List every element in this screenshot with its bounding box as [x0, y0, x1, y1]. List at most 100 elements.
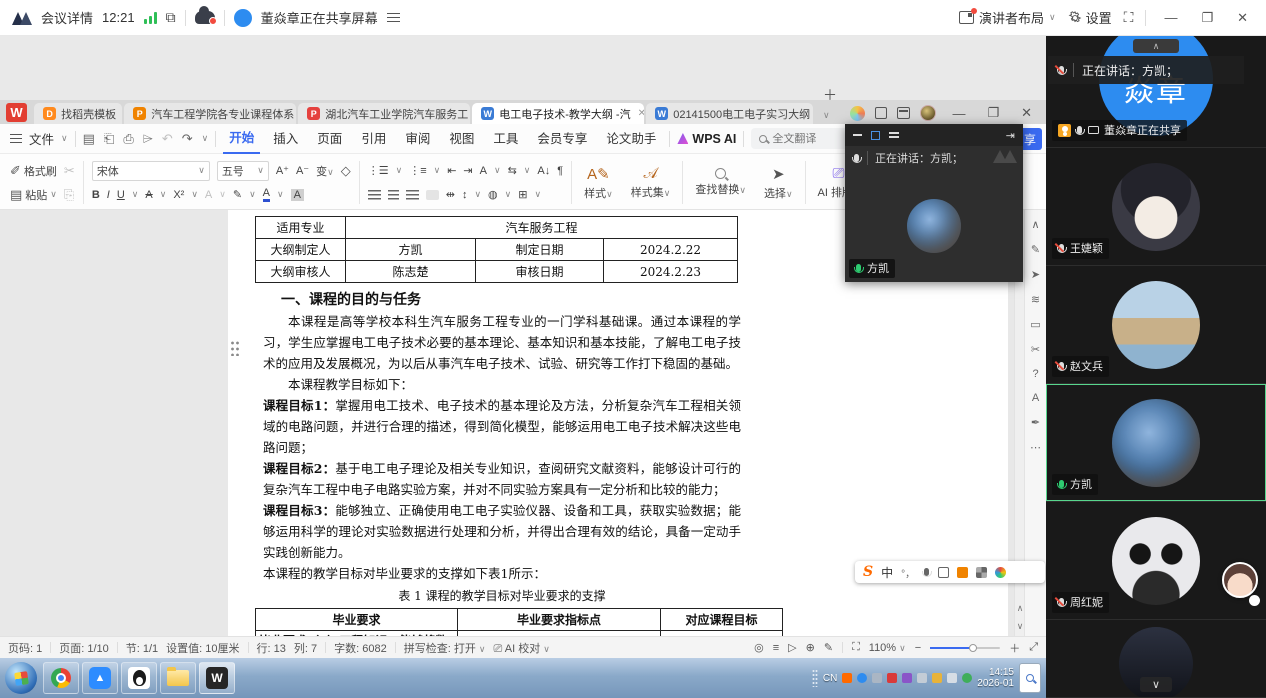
start-button[interactable]: [5, 662, 37, 694]
bullet-list-button[interactable]: ⋮☰: [368, 164, 389, 177]
doc-tab-ppt[interactable]: P汽车工程学院各专业课程体系: [124, 103, 296, 124]
decrease-font-icon[interactable]: A⁻: [296, 164, 309, 177]
wave-tool-icon[interactable]: ≋: [1031, 293, 1040, 306]
font-size-select[interactable]: 五号∨: [217, 161, 269, 181]
quick-access-more-icon[interactable]: ∨: [202, 133, 209, 144]
select-tool-icon[interactable]: ➤: [1031, 268, 1040, 281]
minimize-window-button[interactable]: —: [1158, 10, 1183, 25]
scroll-up-icon[interactable]: ∧: [1031, 218, 1039, 231]
select-button[interactable]: ➤选择∨: [758, 158, 799, 207]
grid-layout-icon[interactable]: [871, 131, 880, 140]
main-menu-icon[interactable]: [10, 131, 22, 146]
ai-proof-toggle[interactable]: ⎚ AI 校对 ∨: [494, 640, 550, 656]
border-icon[interactable]: ⊞: [518, 188, 527, 201]
course-info-table[interactable]: 适用专业 汽车服务工程 大纲制定人 方凯 制定日期 2024.2.22 大纲审核…: [255, 216, 738, 283]
zoom-slider-thumb[interactable]: [969, 644, 977, 652]
taskbar-meeting[interactable]: ▲: [82, 662, 118, 694]
more-tools-icon[interactable]: ⋯: [1030, 441, 1041, 454]
spellcheck-toggle[interactable]: 拼写检查: 打开 ∨: [404, 640, 486, 656]
style-set-button[interactable]: 𝒜样式集∨: [625, 158, 677, 207]
fullscreen-icon[interactable]: ⛶: [1124, 9, 1134, 26]
increase-font-icon[interactable]: A⁺: [276, 164, 289, 177]
read-mode-icon[interactable]: ▷: [788, 641, 796, 654]
graduation-requirements-table[interactable]: 毕业要求 毕业要求指标点 对应课程目标 毕业要求（1）工程知识：能够将数学、 1…: [255, 608, 783, 636]
tray-music-icon[interactable]: [902, 673, 912, 683]
participant-tile[interactable]: 赵文兵: [1046, 266, 1266, 384]
text-effect-button[interactable]: A: [205, 189, 212, 201]
sogou-input-bar[interactable]: S 中 °，: [855, 561, 1045, 583]
align-center-icon[interactable]: [388, 190, 399, 200]
input-mode-chinese[interactable]: 中: [881, 564, 893, 581]
close-tab-icon[interactable]: ✕: [638, 108, 645, 119]
fit-page-icon[interactable]: ⛶: [852, 641, 860, 654]
wps-minimize-button[interactable]: —: [946, 106, 971, 121]
save-icon[interactable]: ▤: [83, 131, 95, 147]
justify-icon[interactable]: [426, 190, 439, 200]
tray-qq-icon[interactable]: [857, 673, 867, 683]
gift-icon[interactable]: [957, 567, 968, 578]
account-avatar[interactable]: [920, 105, 936, 121]
cloud-record-icon[interactable]: [195, 11, 215, 24]
search-input[interactable]: [772, 133, 852, 145]
floating-avatar-sticker[interactable]: [1222, 562, 1260, 606]
superscript-button[interactable]: X²: [173, 189, 184, 201]
tray-expand-grip[interactable]: [812, 669, 818, 687]
ribbon-tab-view[interactable]: 视图: [443, 125, 480, 153]
taskbar-chrome[interactable]: [43, 662, 79, 694]
cut-icon[interactable]: ✂: [64, 163, 75, 179]
list-layout-icon[interactable]: [889, 130, 899, 140]
settings-button[interactable]: 设置: [1068, 8, 1112, 27]
floating-video-window[interactable]: ⇥ 正在讲话：方凯； 方凯: [845, 124, 1023, 282]
doc-tab-active[interactable]: W电工电子技术-教学大纲 -汽✕: [472, 103, 644, 124]
sharing-menu-icon[interactable]: [387, 10, 400, 25]
number-list-button[interactable]: ⋮≡: [409, 164, 426, 177]
voice-input-icon[interactable]: [924, 568, 929, 576]
file-menu[interactable]: 文件: [29, 129, 54, 148]
zoom-in-button[interactable]: ＋: [1009, 640, 1020, 656]
tray-security-icon[interactable]: [962, 673, 972, 683]
shading-icon[interactable]: ◍: [488, 188, 498, 201]
sort-icon[interactable]: A↓: [537, 165, 550, 177]
tray-update-icon[interactable]: [872, 673, 882, 683]
participant-tile-speaking[interactable]: 方凯: [1046, 384, 1266, 502]
find-replace-button[interactable]: 查找替换∨: [689, 158, 752, 207]
next-page-button[interactable]: ∨: [1015, 621, 1025, 632]
line-spacing-icon[interactable]: ↕: [462, 189, 468, 201]
tray-volume-icon[interactable]: [947, 673, 957, 683]
taskbar-explorer[interactable]: [160, 662, 196, 694]
italic-button[interactable]: I: [107, 189, 110, 201]
show-marks-icon[interactable]: ¶: [557, 165, 563, 177]
tray-warning-icon[interactable]: [932, 673, 942, 683]
format-painter-button[interactable]: ✐格式刷: [10, 163, 57, 179]
font-name-select[interactable]: 宋体∨: [92, 161, 210, 181]
previous-page-button[interactable]: ∧: [1015, 603, 1025, 614]
toolbox-icon[interactable]: [976, 567, 987, 578]
zoom-level[interactable]: 110% ∨: [869, 642, 906, 654]
tray-network-icon[interactable]: [917, 673, 927, 683]
magnifier-launcher[interactable]: [1019, 663, 1041, 693]
ribbon-tab-home[interactable]: 开始: [223, 124, 260, 154]
new-tab-button[interactable]: ＋ ∨: [823, 85, 847, 121]
punctuation-mode[interactable]: °，: [901, 565, 915, 580]
taskbar-wps[interactable]: W: [199, 662, 235, 694]
text-direction-icon[interactable]: A: [480, 165, 487, 177]
help-icon[interactable]: ?: [1032, 368, 1038, 380]
speaker-layout-button[interactable]: 演讲者布局∨: [959, 8, 1056, 27]
align-right-icon[interactable]: [406, 190, 419, 200]
pen-mode-icon[interactable]: ✎: [824, 641, 833, 654]
edit-pen-icon[interactable]: ✎: [1031, 243, 1040, 256]
ribbon-tab-tools[interactable]: 工具: [487, 125, 524, 153]
print-preview-icon[interactable]: ⌲: [143, 131, 153, 147]
char-scale-icon[interactable]: ⇆: [508, 164, 517, 177]
open-in-new-window-icon[interactable]: ⧉: [166, 9, 176, 26]
ribbon-tab-page[interactable]: 页面: [311, 125, 348, 153]
undo-icon[interactable]: ↶: [162, 131, 173, 147]
workspace-icon[interactable]: [897, 107, 910, 119]
record-icon[interactable]: ◎: [754, 641, 764, 654]
sogou-logo-icon[interactable]: S: [863, 564, 873, 580]
input-language[interactable]: CN: [823, 673, 837, 684]
wps-close-button[interactable]: ✕: [1015, 105, 1038, 121]
tray-video-icon[interactable]: [887, 673, 897, 683]
char-shading-button[interactable]: A: [291, 189, 304, 201]
scroll-down-participants-button[interactable]: ∨: [1140, 677, 1172, 692]
